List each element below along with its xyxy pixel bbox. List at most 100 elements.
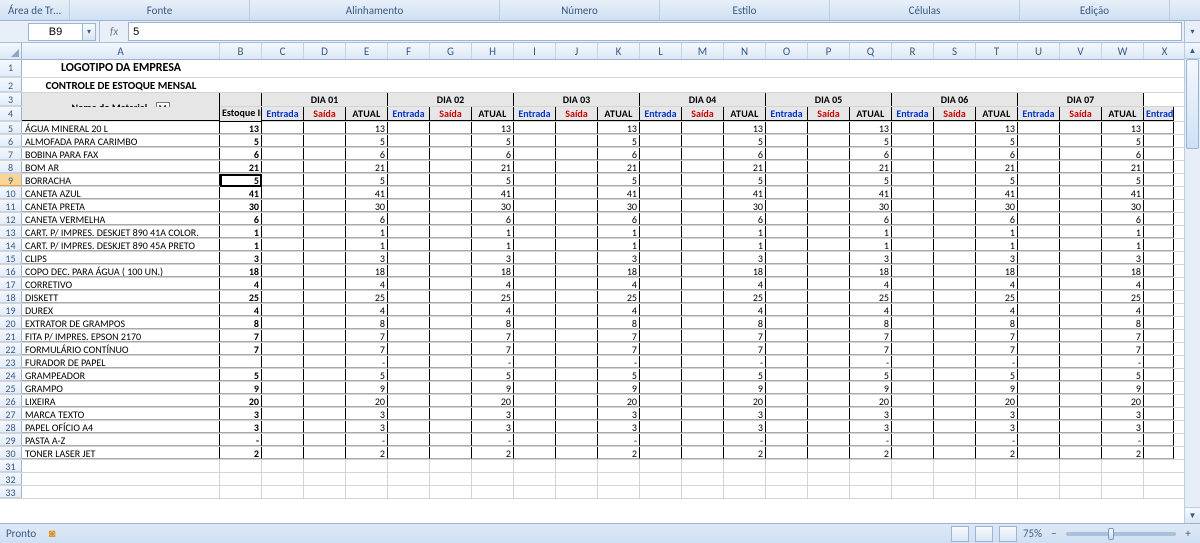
atual-cell[interactable]: 7 — [1102, 343, 1144, 355]
atual-cell[interactable]: 2 — [976, 447, 1018, 459]
table-row[interactable]: 27MARCA TEXTO33333333 — [0, 408, 1200, 421]
entrada-cell[interactable] — [766, 447, 808, 459]
row-header[interactable]: 30 — [0, 447, 22, 459]
saida-cell[interactable] — [682, 421, 724, 433]
saida-cell[interactable] — [556, 330, 598, 342]
atual-cell[interactable]: 4 — [724, 304, 766, 316]
entrada-cell[interactable] — [640, 330, 682, 342]
entrada-cell[interactable] — [1018, 434, 1060, 446]
atual-cell[interactable]: 4 — [976, 278, 1018, 290]
entrada-cell[interactable] — [388, 408, 430, 420]
saida-cell[interactable] — [556, 395, 598, 407]
atual-cell[interactable]: 30 — [472, 200, 514, 212]
saida-cell[interactable] — [808, 434, 850, 446]
saida-cell[interactable] — [808, 213, 850, 225]
atual-cell[interactable]: 41 — [346, 187, 388, 199]
estoque-inicial[interactable]: 6 — [220, 148, 262, 160]
material-name[interactable]: COPO DEC. PARA ÁGUA ( 100 UN.) — [22, 265, 220, 277]
atual-cell[interactable]: 2 — [346, 447, 388, 459]
saida-cell[interactable] — [430, 343, 472, 355]
entrada-cell[interactable] — [640, 148, 682, 160]
saida-cell[interactable] — [808, 187, 850, 199]
entrada-cell[interactable] — [1018, 356, 1060, 368]
saida-cell[interactable] — [556, 343, 598, 355]
atual-cell[interactable]: 3 — [850, 252, 892, 264]
atual-cell[interactable]: 41 — [1102, 187, 1144, 199]
entrada-cell[interactable] — [1018, 161, 1060, 173]
atual-cell[interactable]: 3 — [724, 408, 766, 420]
entrada-cell-cut[interactable] — [1144, 174, 1174, 186]
atual-cell[interactable]: 4 — [346, 304, 388, 316]
entrada-cell[interactable] — [388, 421, 430, 433]
atual-cell[interactable]: 1 — [472, 239, 514, 251]
estoque-inicial[interactable]: 20 — [220, 395, 262, 407]
entrada-cell[interactable] — [388, 213, 430, 225]
entrada-cell[interactable] — [514, 135, 556, 147]
entrada-cell[interactable] — [766, 278, 808, 290]
table-row[interactable]: 19DUREX44444444 — [0, 304, 1200, 317]
ribbon-group-editing[interactable]: Edição — [1080, 4, 1109, 17]
row-header[interactable]: 32 — [0, 473, 22, 485]
entrada-cell-cut[interactable] — [1144, 356, 1174, 368]
saida-cell[interactable] — [808, 174, 850, 186]
atual-cell[interactable]: 13 — [850, 122, 892, 134]
saida-cell[interactable] — [934, 265, 976, 277]
row-header[interactable]: 19 — [0, 304, 22, 316]
saida-cell[interactable] — [556, 226, 598, 238]
atual-cell[interactable]: 2 — [724, 447, 766, 459]
entrada-cell[interactable] — [640, 434, 682, 446]
entrada-cell[interactable] — [892, 291, 934, 303]
entrada-cell[interactable] — [766, 408, 808, 420]
entrada-cell[interactable] — [892, 421, 934, 433]
atual-cell[interactable]: 4 — [976, 304, 1018, 316]
atual-cell[interactable]: 25 — [346, 291, 388, 303]
atual-cell[interactable]: 5 — [976, 369, 1018, 381]
entrada-cell[interactable] — [766, 239, 808, 251]
entrada-cell[interactable] — [514, 447, 556, 459]
entrada-cell[interactable] — [262, 122, 304, 134]
entrada-cell[interactable] — [262, 304, 304, 316]
atual-cell[interactable]: 5 — [598, 369, 640, 381]
saida-cell[interactable] — [682, 356, 724, 368]
col-header[interactable]: Q — [850, 43, 892, 59]
table-row[interactable]: 26LIXEIRA2020202020202020 — [0, 395, 1200, 408]
atual-cell[interactable]: 3 — [976, 421, 1018, 433]
atual-cell[interactable]: 7 — [598, 343, 640, 355]
estoque-inicial[interactable]: 5 — [220, 174, 262, 186]
saida-cell[interactable] — [430, 239, 472, 251]
entrada-cell[interactable] — [514, 226, 556, 238]
atual-cell[interactable]: 1 — [850, 239, 892, 251]
saida-cell[interactable] — [682, 395, 724, 407]
col-header[interactable]: H — [472, 43, 514, 59]
entrada-cell[interactable] — [514, 122, 556, 134]
row-header[interactable]: 31 — [0, 460, 22, 472]
atual-cell[interactable]: 25 — [850, 291, 892, 303]
saida-cell[interactable] — [682, 200, 724, 212]
atual-cell[interactable]: 5 — [598, 135, 640, 147]
col-header[interactable]: R — [892, 43, 934, 59]
saida-cell[interactable] — [808, 200, 850, 212]
saida-cell[interactable] — [556, 447, 598, 459]
entrada-cell[interactable] — [262, 174, 304, 186]
saida-cell[interactable] — [808, 304, 850, 316]
entrada-cell[interactable] — [766, 343, 808, 355]
atual-cell[interactable]: 1 — [976, 239, 1018, 251]
saida-cell[interactable] — [682, 369, 724, 381]
saida-cell[interactable] — [430, 382, 472, 394]
atual-cell[interactable]: 3 — [976, 252, 1018, 264]
saida-cell[interactable] — [1060, 239, 1102, 251]
ribbon-group-font[interactable]: Fonte — [147, 4, 172, 17]
table-row[interactable]: 18DISKETT2525252525252525 — [0, 291, 1200, 304]
atual-cell[interactable]: 20 — [598, 395, 640, 407]
atual-cell[interactable]: 6 — [976, 213, 1018, 225]
atual-cell[interactable]: 21 — [1102, 161, 1144, 173]
saida-cell[interactable] — [934, 343, 976, 355]
atual-cell[interactable]: 30 — [724, 200, 766, 212]
material-name[interactable]: GRAMPEADOR — [22, 369, 220, 381]
entrada-cell[interactable] — [1018, 395, 1060, 407]
saida-cell[interactable] — [682, 226, 724, 238]
atual-cell[interactable]: 3 — [1102, 408, 1144, 420]
table-row[interactable]: 17CORRETIVO44444444 — [0, 278, 1200, 291]
atual-cell[interactable]: 21 — [976, 161, 1018, 173]
row-header[interactable]: 23 — [0, 356, 22, 368]
